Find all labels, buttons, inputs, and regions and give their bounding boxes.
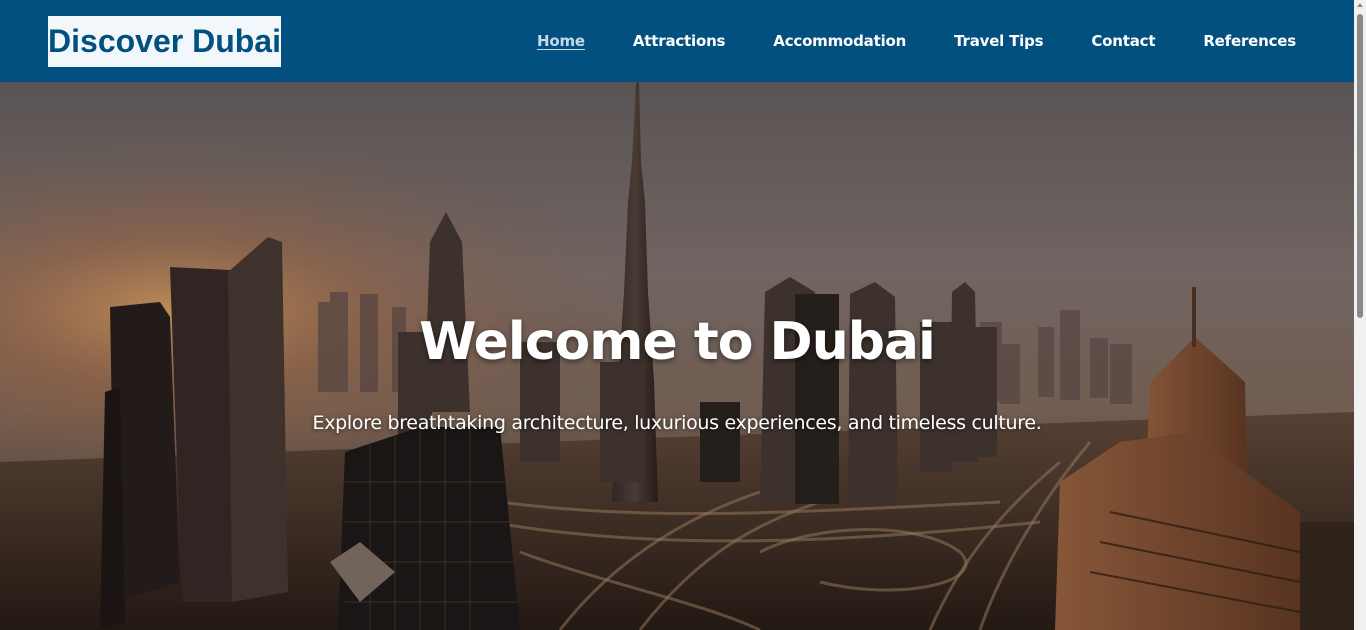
hero-subtitle: Explore breathtaking architecture, luxur… xyxy=(312,412,1042,434)
site-logo[interactable]: Discover Dubai xyxy=(48,15,281,67)
nav-accommodation-link[interactable]: Accommodation xyxy=(773,32,906,50)
main-nav: Home Attractions Accommodation Travel Ti… xyxy=(537,32,1296,50)
scrollbar-thumb[interactable] xyxy=(1357,14,1363,318)
page-scrollbar[interactable] xyxy=(1354,0,1366,630)
scroll-up-arrow-icon[interactable] xyxy=(1357,3,1363,7)
site-header: Discover Dubai Home Attractions Accommod… xyxy=(0,0,1354,82)
nav-attractions-link[interactable]: Attractions xyxy=(633,32,726,50)
page: Discover Dubai Home Attractions Accommod… xyxy=(0,0,1366,630)
hero-section: Welcome to Dubai Explore breathtaking ar… xyxy=(0,82,1354,630)
nav-contact-link[interactable]: Contact xyxy=(1091,32,1155,50)
nav-references-link[interactable]: References xyxy=(1203,32,1296,50)
hero-title: Welcome to Dubai xyxy=(419,312,936,372)
hero-text: Welcome to Dubai Explore breathtaking ar… xyxy=(0,312,1354,434)
nav-travel-tips-link[interactable]: Travel Tips xyxy=(954,32,1043,50)
nav-home-link[interactable]: Home xyxy=(537,32,585,50)
